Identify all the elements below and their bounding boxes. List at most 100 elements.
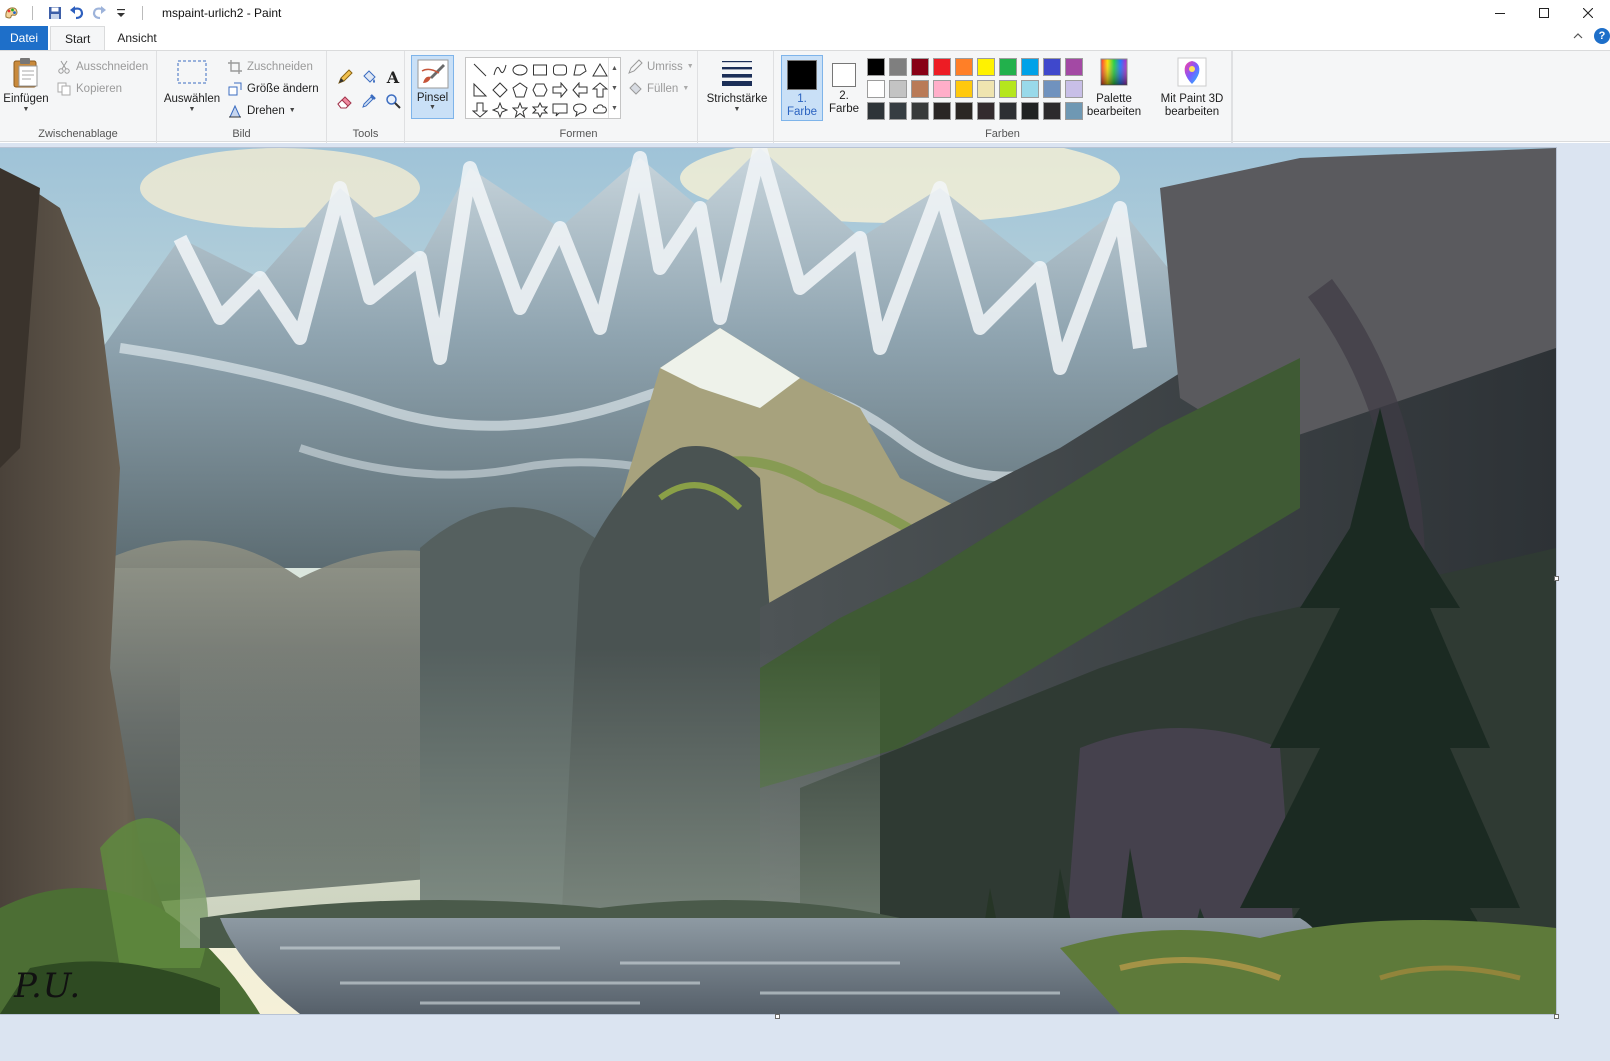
- palette-color-swatch[interactable]: [955, 58, 973, 76]
- color1-swatch: [787, 60, 817, 90]
- palette-color-swatch[interactable]: [933, 102, 951, 120]
- tab-datei[interactable]: Datei: [0, 26, 48, 50]
- palette-color-swatch[interactable]: [911, 102, 929, 120]
- palette-color-swatch[interactable]: [999, 102, 1017, 120]
- resize-handle-corner[interactable]: [1554, 1014, 1559, 1019]
- redo-icon[interactable]: [90, 4, 108, 22]
- outline-button[interactable]: Umriss ▼: [627, 57, 694, 77]
- cut-button[interactable]: Ausschneiden: [56, 57, 148, 77]
- five-point-star-shape-icon[interactable]: [510, 100, 530, 120]
- hexagon-shape-icon[interactable]: [530, 80, 550, 100]
- rect-callout-shape-icon[interactable]: [550, 100, 570, 120]
- collapse-ribbon-icon[interactable]: [1572, 30, 1584, 42]
- palette-color-swatch[interactable]: [1043, 102, 1061, 120]
- palette-color-swatch[interactable]: [1021, 80, 1039, 98]
- six-point-star-shape-icon[interactable]: [530, 100, 550, 120]
- quick-access-toolbar: [0, 0, 156, 25]
- save-icon[interactable]: [46, 4, 64, 22]
- palette-color-swatch[interactable]: [977, 58, 995, 76]
- palette-color-swatch[interactable]: [1043, 58, 1061, 76]
- text-tool-icon[interactable]: A: [381, 65, 405, 89]
- shapes-scrollbar[interactable]: ▲ ▼ ▼: [608, 58, 620, 118]
- rotate-button[interactable]: Drehen ▼: [227, 101, 296, 121]
- customize-qat-icon[interactable]: [112, 4, 130, 22]
- triangle-shape-icon[interactable]: [590, 60, 610, 80]
- palette-color-swatch[interactable]: [1021, 58, 1039, 76]
- palette-color-swatch[interactable]: [867, 80, 885, 98]
- resize-button[interactable]: Größe ändern: [227, 79, 319, 99]
- oval-shape-icon[interactable]: [510, 60, 530, 80]
- right-arrow-shape-icon[interactable]: [550, 80, 570, 100]
- palette-color-swatch[interactable]: [867, 102, 885, 120]
- oval-callout-shape-icon[interactable]: [570, 100, 590, 120]
- help-icon[interactable]: ?: [1594, 28, 1610, 44]
- up-arrow-shape-icon[interactable]: [590, 80, 610, 100]
- palette-color-swatch[interactable]: [911, 80, 929, 98]
- crop-button[interactable]: Zuschneiden: [227, 57, 313, 77]
- palette-color-swatch[interactable]: [933, 58, 951, 76]
- pencil-icon[interactable]: [333, 65, 357, 89]
- cloud-callout-shape-icon[interactable]: [590, 100, 610, 120]
- palette-color-swatch[interactable]: [977, 102, 995, 120]
- painting-canvas[interactable]: P.U.: [0, 148, 1556, 1014]
- stroke-size-button[interactable]: Strichstärke ▼: [706, 57, 768, 114]
- palette-color-swatch[interactable]: [867, 58, 885, 76]
- tab-start[interactable]: Start: [50, 26, 106, 50]
- palette-color-swatch[interactable]: [889, 58, 907, 76]
- scroll-down-icon[interactable]: ▼: [611, 85, 618, 92]
- canvas-area[interactable]: P.U.: [0, 143, 1610, 1061]
- paint3d-button[interactable]: Mit Paint 3D bearbeiten: [1152, 57, 1232, 119]
- palette-color-swatch[interactable]: [955, 80, 973, 98]
- palette-color-swatch[interactable]: [955, 102, 973, 120]
- color-picker-icon[interactable]: [357, 89, 381, 113]
- color1-button[interactable]: 1. Farbe: [781, 55, 823, 121]
- stroke-width-icon: [722, 61, 752, 86]
- palette-color-swatch[interactable]: [889, 80, 907, 98]
- palette-color-swatch[interactable]: [1065, 58, 1083, 76]
- tab-ansicht[interactable]: Ansicht: [105, 26, 168, 50]
- palette-color-swatch[interactable]: [999, 58, 1017, 76]
- fill-bucket-icon[interactable]: [357, 65, 381, 89]
- palette-color-swatch[interactable]: [999, 80, 1017, 98]
- left-arrow-shape-icon[interactable]: [570, 80, 590, 100]
- palette-color-swatch[interactable]: [977, 80, 995, 98]
- fill-button[interactable]: Füllen ▼: [627, 79, 689, 99]
- palette-color-swatch[interactable]: [1021, 102, 1039, 120]
- pentagon-shape-icon[interactable]: [510, 80, 530, 100]
- close-button[interactable]: [1566, 0, 1610, 25]
- palette-color-swatch[interactable]: [911, 58, 929, 76]
- copy-button[interactable]: Kopieren: [56, 79, 122, 99]
- resize-handle-right[interactable]: [1554, 576, 1559, 581]
- maximize-button[interactable]: [1522, 0, 1566, 25]
- palette-color-swatch[interactable]: [889, 102, 907, 120]
- magnifier-icon[interactable]: [381, 89, 405, 113]
- curve-shape-icon[interactable]: [490, 60, 510, 80]
- select-button[interactable]: Auswählen ▼: [163, 57, 221, 114]
- line-shape-icon[interactable]: [470, 60, 490, 80]
- edit-palette-button[interactable]: Palette bearbeiten: [1085, 57, 1143, 119]
- expand-gallery-icon[interactable]: ▼: [611, 105, 618, 112]
- scroll-up-icon[interactable]: ▲: [611, 65, 618, 72]
- undo-icon[interactable]: [68, 4, 86, 22]
- fill-icon: [627, 81, 643, 97]
- down-arrow-shape-icon[interactable]: [470, 100, 490, 120]
- brush-label: Pinsel: [416, 92, 449, 104]
- rounded-rectangle-shape-icon[interactable]: [550, 60, 570, 80]
- outline-label: Umriss: [647, 61, 683, 73]
- paste-button[interactable]: Einfügen ▼: [2, 57, 50, 114]
- color2-button[interactable]: 2. Farbe: [824, 55, 864, 121]
- diamond-shape-icon[interactable]: [490, 80, 510, 100]
- palette-color-swatch[interactable]: [1043, 80, 1061, 98]
- palette-color-swatch[interactable]: [1065, 80, 1083, 98]
- palette-color-swatch[interactable]: [1065, 102, 1083, 120]
- brush-button[interactable]: Pinsel ▼: [411, 55, 454, 119]
- right-triangle-shape-icon[interactable]: [470, 80, 490, 100]
- eraser-icon[interactable]: [333, 89, 357, 113]
- resize-handle-bottom[interactable]: [775, 1014, 780, 1019]
- paint-app-icon[interactable]: [2, 4, 20, 22]
- four-point-star-shape-icon[interactable]: [490, 100, 510, 120]
- minimize-button[interactable]: [1478, 0, 1522, 25]
- palette-color-swatch[interactable]: [933, 80, 951, 98]
- rectangle-shape-icon[interactable]: [530, 60, 550, 80]
- polygon-shape-icon[interactable]: [570, 60, 590, 80]
